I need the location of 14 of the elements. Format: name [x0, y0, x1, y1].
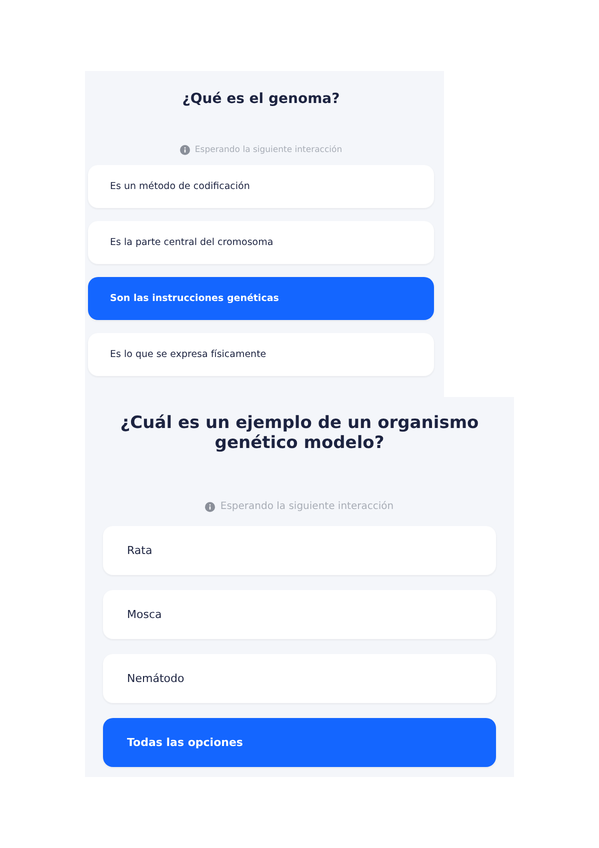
answer-option[interactable]: Mosca: [103, 590, 496, 639]
question-title: ¿Qué es el genoma?: [181, 91, 341, 107]
answer-option[interactable]: Es un método de codificación: [88, 165, 434, 208]
status-text: Esperando la siguiente interacción: [220, 501, 394, 512]
answer-option[interactable]: Nemátodo: [103, 654, 496, 703]
info-icon: [180, 145, 190, 155]
answer-option[interactable]: Rata: [103, 526, 496, 575]
answer-option[interactable]: Es lo que se expresa físicamente: [88, 333, 434, 376]
question-title: ¿Cuál es un ejemplo de un organismo genético modelo?: [119, 413, 480, 453]
answer-option[interactable]: Son las instrucciones genéticas: [88, 277, 434, 320]
answer-option[interactable]: Es la parte central del cromosoma: [88, 221, 434, 264]
status-text: Esperando la siguiente interacción: [194, 145, 342, 155]
answer-option[interactable]: Todas las opciones: [103, 718, 496, 767]
info-icon: [205, 502, 216, 512]
